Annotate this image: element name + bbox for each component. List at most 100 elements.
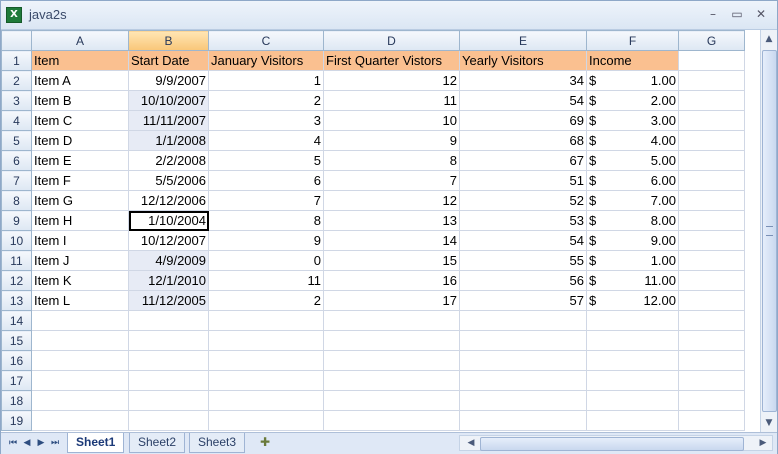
start-date-cell[interactable]: 12/1/2010 [128, 270, 209, 291]
insert-sheet-icon[interactable]: ✚ [257, 434, 273, 450]
cell[interactable] [208, 410, 324, 431]
cell[interactable] [459, 310, 587, 331]
row-header[interactable]: 7 [1, 170, 32, 191]
restore-icon[interactable]: ▭ [727, 6, 747, 22]
row-header[interactable]: 14 [1, 310, 32, 331]
first-quarter-cell[interactable]: 15 [323, 250, 460, 271]
start-date-cell[interactable]: 5/5/2006 [128, 170, 209, 191]
column-header-e[interactable]: E [459, 30, 587, 51]
cell[interactable] [678, 90, 745, 111]
item-cell[interactable]: Item I [31, 230, 129, 251]
last-sheet-icon[interactable]: ⏭ [49, 436, 61, 450]
item-cell[interactable]: Item K [31, 270, 129, 291]
cell[interactable] [678, 270, 745, 291]
income-cell[interactable]: $9.00 [586, 230, 679, 251]
row-header[interactable]: 9 [1, 210, 32, 231]
cell[interactable] [31, 310, 129, 331]
cell[interactable] [31, 410, 129, 431]
row-header[interactable]: 10 [1, 230, 32, 251]
yearly-visitors-cell[interactable]: 53 [459, 210, 587, 231]
item-cell[interactable]: Item B [31, 90, 129, 111]
cell[interactable] [678, 110, 745, 131]
row-header[interactable]: 2 [1, 70, 32, 91]
cell[interactable] [128, 370, 209, 391]
january-visitors-cell[interactable]: 6 [208, 170, 324, 191]
cell[interactable] [678, 150, 745, 171]
cell[interactable] [128, 390, 209, 411]
income-cell[interactable]: $2.00 [586, 90, 679, 111]
start-date-cell[interactable]: 2/2/2008 [128, 150, 209, 171]
cell[interactable] [208, 390, 324, 411]
cell[interactable] [31, 370, 129, 391]
start-date-cell[interactable]: 9/9/2007 [128, 70, 209, 91]
cell[interactable] [586, 330, 679, 351]
income-cell[interactable]: $5.00 [586, 150, 679, 171]
cell[interactable] [586, 410, 679, 431]
row-header[interactable]: 4 [1, 110, 32, 131]
yearly-visitors-cell[interactable]: 55 [459, 250, 587, 271]
cell[interactable]: Start Date [128, 50, 209, 71]
row-header[interactable]: 13 [1, 290, 32, 311]
first-quarter-cell[interactable]: 14 [323, 230, 460, 251]
cell[interactable] [208, 310, 324, 331]
first-quarter-cell[interactable]: 7 [323, 170, 460, 191]
row-header[interactable]: 11 [1, 250, 32, 271]
income-cell[interactable]: $8.00 [586, 210, 679, 231]
cell[interactable] [459, 330, 587, 351]
income-cell[interactable]: $7.00 [586, 190, 679, 211]
item-cell[interactable]: Item G [31, 190, 129, 211]
cell[interactable] [128, 310, 209, 331]
tab-sheet2[interactable]: Sheet2 [129, 433, 186, 453]
cell[interactable] [323, 370, 460, 391]
tab-sheet3[interactable]: Sheet3 [189, 433, 246, 453]
cell[interactable] [678, 410, 745, 431]
scroll-down-icon[interactable]: ▼ [762, 416, 776, 430]
horizontal-scrollbar[interactable]: ◀ ▶ [459, 435, 773, 451]
cell[interactable] [31, 390, 129, 411]
income-cell[interactable]: $6.00 [586, 170, 679, 191]
first-quarter-cell[interactable]: 9 [323, 130, 460, 151]
cell[interactable] [323, 330, 460, 351]
cell[interactable] [128, 410, 209, 431]
row-header[interactable]: 3 [1, 90, 32, 111]
start-date-cell[interactable]: 10/12/2007 [128, 230, 209, 251]
first-quarter-cell[interactable]: 8 [323, 150, 460, 171]
income-cell[interactable]: $1.00 [586, 250, 679, 271]
cell[interactable] [128, 350, 209, 371]
cell[interactable] [678, 330, 745, 351]
january-visitors-cell[interactable]: 0 [208, 250, 324, 271]
row-header[interactable]: 8 [1, 190, 32, 211]
scroll-left-icon[interactable]: ◀ [464, 436, 478, 450]
row-header[interactable]: 1 [1, 50, 32, 71]
start-date-cell[interactable]: 12/12/2006 [128, 190, 209, 211]
cell[interactable] [208, 350, 324, 371]
first-quarter-cell[interactable]: 10 [323, 110, 460, 131]
cell[interactable] [459, 370, 587, 391]
yearly-visitors-cell[interactable]: 54 [459, 230, 587, 251]
yearly-visitors-cell[interactable]: 54 [459, 90, 587, 111]
cell[interactable]: January Visitors [208, 50, 324, 71]
cell[interactable] [678, 170, 745, 191]
yearly-visitors-cell[interactable]: 69 [459, 110, 587, 131]
cell[interactable] [678, 70, 745, 91]
cell[interactable] [128, 330, 209, 351]
first-quarter-cell[interactable]: 13 [323, 210, 460, 231]
cell[interactable] [678, 190, 745, 211]
start-date-cell[interactable]: 1/1/2008 [128, 130, 209, 151]
january-visitors-cell[interactable]: 1 [208, 70, 324, 91]
cell[interactable] [678, 350, 745, 371]
cell[interactable] [31, 330, 129, 351]
item-cell[interactable]: Item A [31, 70, 129, 91]
first-quarter-cell[interactable]: 12 [323, 190, 460, 211]
cell[interactable]: First Quarter Vistors [323, 50, 460, 71]
income-cell[interactable]: $3.00 [586, 110, 679, 131]
item-cell[interactable]: Item L [31, 290, 129, 311]
income-cell[interactable]: $12.00 [586, 290, 679, 311]
worksheet-grid[interactable]: A B C D E F G 1 Item Start Date January … [1, 30, 761, 431]
close-icon[interactable]: ✕ [751, 6, 771, 22]
cell[interactable] [586, 310, 679, 331]
cell[interactable] [323, 350, 460, 371]
income-cell[interactable]: $1.00 [586, 70, 679, 91]
row-header[interactable]: 6 [1, 150, 32, 171]
cell[interactable] [323, 390, 460, 411]
